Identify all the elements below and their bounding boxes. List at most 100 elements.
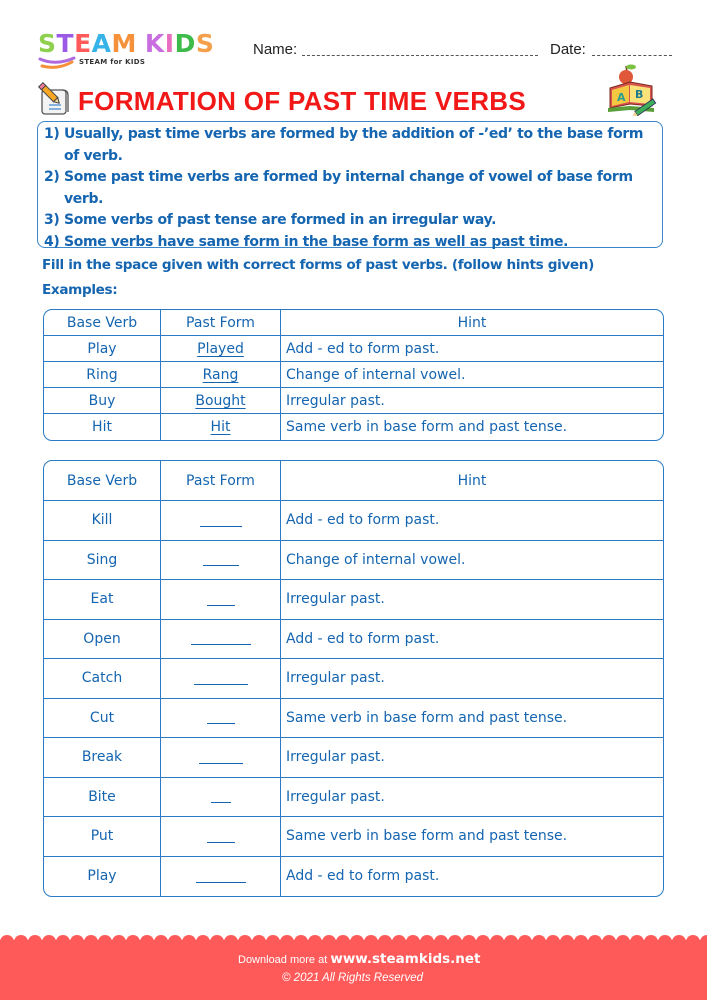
date-field[interactable] xyxy=(592,54,672,56)
answer-blank-cell[interactable] xyxy=(161,698,281,738)
date-label: Date: xyxy=(550,41,586,58)
answer-blank[interactable] xyxy=(199,514,242,527)
answer-blank-cell[interactable] xyxy=(161,738,281,778)
rule-item: 4) Some verbs have same form in the base… xyxy=(44,233,569,250)
answer-blank[interactable] xyxy=(206,830,235,843)
steam-kids-logo: STEAM KIDS STEAM for KIDS xyxy=(38,30,238,74)
table-row: Sing Change of internal vowel. xyxy=(44,540,663,580)
answer-blank[interactable] xyxy=(202,553,239,567)
pencil-paper-icon xyxy=(37,82,69,115)
logo-letter: S xyxy=(38,29,57,58)
base-verb-cell: Break xyxy=(44,738,161,778)
header-hint: Hint xyxy=(281,461,663,501)
hint-cell: Same verb in base form and past tense. xyxy=(286,419,568,435)
table-row: Play Played Add - ed to form past. xyxy=(44,336,663,362)
logo-letter: A xyxy=(91,29,112,58)
hint-cell: Irregular past. xyxy=(281,388,663,414)
answer-blank-cell[interactable] xyxy=(161,580,281,620)
answer-blank-cell[interactable] xyxy=(161,777,281,817)
past-form-answer: Rang xyxy=(202,366,239,383)
logo-subtitle: STEAM for KIDS xyxy=(79,58,146,66)
table-row: Hit Hit Same verb in base form and past … xyxy=(44,414,663,440)
logo-letter: E xyxy=(74,29,92,58)
logo-letter: I xyxy=(164,29,175,58)
past-form-answer: Played xyxy=(197,340,244,357)
header-hint: Hint xyxy=(281,310,663,336)
logo-letter: M xyxy=(111,29,137,58)
past-form-answer: Bought xyxy=(195,392,246,409)
base-verb-cell: Cut xyxy=(44,698,161,738)
answer-blank[interactable] xyxy=(198,751,243,764)
answer-blank-cell[interactable] xyxy=(161,501,281,541)
abc-book-icon: A B xyxy=(608,64,657,116)
examples-table: Base Verb Past Form Hint Play Played Add… xyxy=(43,309,664,441)
header-base-verb: Base Verb xyxy=(44,461,161,501)
examples-label: Examples: xyxy=(42,282,118,298)
answer-blank[interactable] xyxy=(193,672,248,685)
table-row: Bite Irregular past. xyxy=(44,777,663,817)
answer-blank[interactable] xyxy=(206,711,235,725)
table-row: Put Same verb in base form and past tens… xyxy=(44,817,663,857)
answer-blank[interactable] xyxy=(206,593,235,606)
answer-blank-cell[interactable] xyxy=(161,856,281,896)
hint-cell: Irregular past. xyxy=(281,738,663,778)
answer-blank-cell[interactable] xyxy=(161,817,281,857)
footer-download-prefix: Download more at xyxy=(238,954,328,966)
hint-cell: Add - ed to form past. xyxy=(281,336,663,362)
answer-blank[interactable] xyxy=(190,632,251,646)
hint-cell: Irregular past. xyxy=(281,580,663,620)
footer-bar xyxy=(0,940,707,1000)
rule-item: 1) Usually, past time verbs are formed b… xyxy=(44,126,644,164)
base-verb-cell: Sing xyxy=(44,540,161,580)
hint-cell: Same verb in base form and past tense. xyxy=(281,699,663,738)
svg-text:B: B xyxy=(635,88,643,101)
base-verb-cell: Eat xyxy=(44,580,161,620)
answer-blank[interactable] xyxy=(195,870,246,883)
logo-wordmark: STEAM KIDS xyxy=(38,30,214,58)
table-row: Ring Rang Change of internal vowel. xyxy=(44,362,663,388)
logo-letter: D xyxy=(174,29,196,58)
logo-swoosh-icon xyxy=(38,56,76,69)
base-verb-cell: Kill xyxy=(44,501,161,541)
logo-letter: T xyxy=(56,29,75,58)
header-past-form: Past Form xyxy=(161,310,281,336)
past-form-cell: Played xyxy=(161,336,281,362)
logo-letter: K xyxy=(144,29,165,58)
hint-cell: Change of internal vowel. xyxy=(281,541,663,580)
answer-blank-cell[interactable] xyxy=(161,659,281,699)
rule-item: 3) Some verbs of past tense are formed i… xyxy=(44,212,497,228)
hint-cell: Add - ed to form past. xyxy=(281,620,663,659)
svg-text:A: A xyxy=(617,91,626,104)
table-row: Play Add - ed to form past. xyxy=(44,856,663,896)
logo-letter: S xyxy=(195,29,215,58)
table-row: Catch Irregular past. xyxy=(44,659,663,699)
past-form-cell: Hit xyxy=(161,414,281,440)
footer-copyright: © 2021 All Rights Reserved xyxy=(282,972,424,984)
page-title: FORMATION OF PAST TIME VERBS xyxy=(78,86,526,116)
table-header-row: Base Verb Past Form Hint xyxy=(44,461,663,501)
hint-cell: Change of internal vowel. xyxy=(281,362,663,388)
past-form-answer: Hit xyxy=(210,419,231,435)
base-verb-cell: Buy xyxy=(44,388,161,414)
name-field[interactable] xyxy=(302,54,538,56)
table-row: Break Irregular past. xyxy=(44,738,663,778)
past-form-cell: Bought xyxy=(161,388,281,414)
name-label: Name: xyxy=(253,41,298,58)
answer-blank[interactable] xyxy=(210,790,231,804)
base-verb-cell: Ring xyxy=(44,362,161,388)
base-verb-cell: Catch xyxy=(44,659,161,699)
rules-box: 1) Usually, past time verbs are formed b… xyxy=(37,121,663,250)
footer-site-link[interactable]: www.steamkids.net xyxy=(330,951,480,967)
past-form-cell: Rang xyxy=(161,362,281,388)
table-header-row: Base Verb Past Form Hint xyxy=(44,310,663,336)
exercise-table: Base Verb Past Form Hint Kill Add - ed t… xyxy=(43,460,664,897)
table-row: Open Add - ed to form past. xyxy=(44,619,663,659)
rule-item: 2) Some past time verbs are formed by in… xyxy=(44,169,633,207)
hint-cell: Irregular past. xyxy=(281,778,663,817)
table-row: Eat Irregular past. xyxy=(44,580,663,620)
header-past-form: Past Form xyxy=(161,461,281,501)
table-row: Cut Same verb in base form and past tens… xyxy=(44,698,663,738)
answer-blank-cell[interactable] xyxy=(161,540,281,580)
answer-blank-cell[interactable] xyxy=(161,619,281,659)
instruction-text: Fill in the space given with correct for… xyxy=(42,257,594,273)
